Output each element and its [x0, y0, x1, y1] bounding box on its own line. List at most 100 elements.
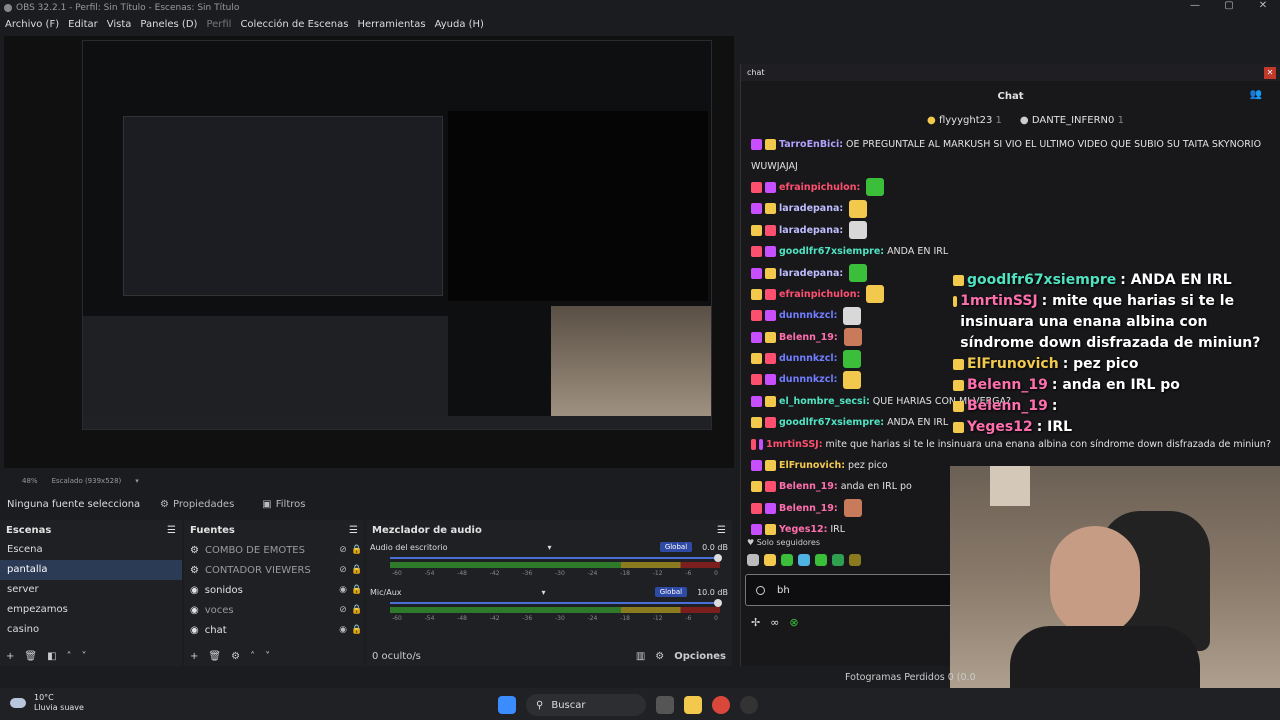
- gear-icon[interactable]: ⚙: [655, 651, 664, 662]
- chat-username[interactable]: laradepana:: [779, 268, 843, 279]
- chat-username[interactable]: dunnnkzcl:: [779, 353, 837, 364]
- eye-hidden-icon[interactable]: ⊘: [336, 565, 350, 575]
- scene-item[interactable]: Escena: [0, 540, 182, 560]
- filters-button[interactable]: ▣ Filtros: [254, 497, 313, 512]
- emote-icon[interactable]: [832, 554, 844, 566]
- chat-username[interactable]: laradepana:: [779, 203, 843, 214]
- chevron-down-icon[interactable]: ˅: [265, 651, 270, 662]
- chevron-down-icon[interactable]: ▾: [547, 543, 551, 552]
- lock-icon[interactable]: 🔒: [350, 605, 364, 615]
- user-badge-icon: [751, 331, 762, 343]
- obs-icon[interactable]: [740, 696, 758, 714]
- weather-widget[interactable]: 10°C Lluvia suave: [10, 693, 84, 713]
- chat-input-value[interactable]: bh: [777, 585, 790, 596]
- menu-vista[interactable]: Vista: [107, 19, 132, 30]
- windows-start-icon[interactable]: [498, 696, 516, 714]
- user-badge-icon: [751, 181, 762, 193]
- chrome-icon[interactable]: [712, 696, 730, 714]
- chat-username[interactable]: Belenn_19:: [779, 332, 838, 343]
- emote-icon[interactable]: [747, 554, 759, 566]
- dock-menu-icon[interactable]: ☰: [167, 525, 176, 536]
- eye-hidden-icon[interactable]: ⊘: [336, 605, 350, 615]
- chat-username[interactable]: efrainpichulon:: [779, 289, 860, 300]
- lock-icon[interactable]: 🔒: [350, 565, 364, 575]
- dock-menu-icon[interactable]: ☰: [349, 525, 358, 536]
- chevron-down-icon[interactable]: ˅: [82, 651, 87, 662]
- chat-input[interactable]: bh: [745, 574, 953, 606]
- chat-username[interactable]: TarroEnBici:: [779, 139, 843, 150]
- task-view-icon[interactable]: [656, 696, 674, 714]
- chevron-up-icon[interactable]: ˄: [250, 651, 255, 662]
- chat-username[interactable]: dunnnkzcl:: [779, 310, 837, 321]
- lock-icon[interactable]: 🔒: [350, 625, 364, 635]
- chevron-down-icon[interactable]: ▾: [135, 477, 139, 485]
- minimize-icon[interactable]: —: [1178, 0, 1212, 11]
- emote-image: [843, 349, 862, 368]
- lock-icon[interactable]: 🔒: [350, 585, 364, 595]
- menu-archivo[interactable]: Archivo (F): [5, 19, 59, 30]
- source-item[interactable]: ⚙ COMBO DE EMOTES ⊘ 🔒: [184, 540, 364, 560]
- chevron-down-icon[interactable]: ▾: [542, 588, 546, 597]
- panel-icon[interactable]: ▥: [636, 651, 645, 662]
- menu-herramientas[interactable]: Herramientas: [357, 19, 425, 30]
- menu-paneles[interactable]: Paneles (D): [140, 19, 197, 30]
- chat-username[interactable]: Belenn_19:: [779, 503, 838, 514]
- source-item[interactable]: ◉ voces ⊘ 🔒: [184, 600, 364, 620]
- chat-username[interactable]: 1mrtinSSJ:: [766, 439, 822, 450]
- menu-editar[interactable]: Editar: [68, 19, 98, 30]
- trash-icon[interactable]: 🗑: [24, 651, 37, 662]
- menu-perfil[interactable]: Perfil: [206, 19, 231, 30]
- chat-username[interactable]: efrainpichulon:: [779, 182, 860, 193]
- scene-item[interactable]: casino: [0, 620, 182, 640]
- chat-username[interactable]: Belenn_19:: [779, 481, 838, 492]
- chat-username[interactable]: goodlfr67xsiempre:: [779, 417, 884, 428]
- chat-username[interactable]: dunnnkzcl:: [779, 374, 837, 385]
- add-icon[interactable]: +: [190, 651, 198, 662]
- emote-icon[interactable]: [815, 554, 827, 566]
- source-type-icon: ◉: [190, 584, 199, 596]
- zoom-percent[interactable]: 48%: [22, 477, 38, 485]
- users-icon[interactable]: 👥: [1250, 89, 1262, 100]
- gear-icon[interactable]: ⚙: [231, 651, 240, 662]
- kick-icon[interactable]: ⊗: [789, 616, 798, 629]
- menu-ayuda[interactable]: Ayuda (H): [435, 19, 484, 30]
- eye-icon[interactable]: ◉: [336, 625, 350, 635]
- emoji-icon[interactable]: [756, 585, 765, 595]
- scene-item[interactable]: server: [0, 580, 182, 600]
- add-icon[interactable]: +: [6, 651, 14, 662]
- options-button[interactable]: Opciones: [674, 651, 726, 662]
- menu-coleccion[interactable]: Colección de Escenas: [240, 19, 348, 30]
- eye-hidden-icon[interactable]: ⊘: [336, 545, 350, 555]
- volume-slider[interactable]: [390, 554, 722, 562]
- source-item[interactable]: ◉ chat ◉ 🔒: [184, 620, 364, 640]
- close-icon[interactable]: ✕: [1246, 0, 1280, 11]
- dock-menu-icon[interactable]: ☰: [717, 525, 726, 536]
- properties-button[interactable]: ⚙ Propiedades: [152, 497, 242, 512]
- chat-username[interactable]: Yeges12:: [779, 524, 827, 535]
- zoom-scaled[interactable]: Escalado (939x528): [52, 477, 122, 485]
- chat-username[interactable]: laradepana:: [779, 225, 843, 236]
- settings-icon[interactable]: ✢: [751, 616, 760, 629]
- emote-icon[interactable]: [849, 554, 861, 566]
- chat-text: anda en IRL po: [840, 481, 912, 493]
- scene-item[interactable]: empezamos: [0, 600, 182, 620]
- lock-icon[interactable]: 🔒: [350, 545, 364, 555]
- scene-item-selected[interactable]: pantalla: [0, 560, 182, 580]
- eye-icon[interactable]: ◉: [336, 585, 350, 595]
- trash-icon[interactable]: 🗑: [208, 651, 221, 662]
- chat-username[interactable]: ElFrunovich:: [779, 460, 845, 471]
- emote-icon[interactable]: [764, 554, 776, 566]
- chat-username[interactable]: el_hombre_secsi:: [779, 396, 870, 407]
- source-item[interactable]: ⚙ CONTADOR VIEWERS ⊘ 🔒: [184, 560, 364, 580]
- emote-icon[interactable]: [798, 554, 810, 566]
- chevron-up-icon[interactable]: ˄: [67, 651, 72, 662]
- chat-username[interactable]: goodlfr67xsiempre:: [779, 246, 884, 257]
- source-item[interactable]: ◉ sonidos ◉ 🔒: [184, 580, 364, 600]
- emote-icon[interactable]: [781, 554, 793, 566]
- close-icon[interactable]: ✕: [1264, 66, 1276, 79]
- volume-slider[interactable]: [390, 599, 722, 607]
- maximize-icon[interactable]: ▢: [1212, 0, 1246, 11]
- filter-icon[interactable]: ◧: [47, 651, 56, 662]
- file-explorer-icon[interactable]: [684, 696, 702, 714]
- taskbar-search[interactable]: ⚲ Buscar: [526, 694, 646, 716]
